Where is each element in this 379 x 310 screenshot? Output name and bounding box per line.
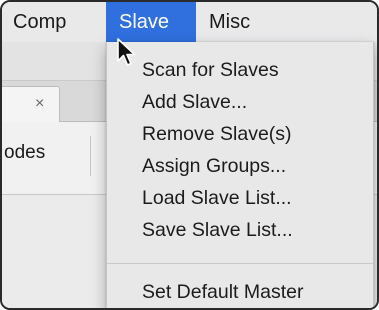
menu-item-scan-for-slaves[interactable]: Scan for Slaves <box>107 55 373 85</box>
close-icon[interactable]: × <box>35 95 44 113</box>
menu-misc[interactable]: Misc <box>196 2 276 42</box>
divider <box>90 136 91 176</box>
slave-menu-dropdown: Scan for Slaves Add Slave... Remove Slav… <box>106 42 374 308</box>
menu-item-add-slave[interactable]: Add Slave... <box>107 87 373 117</box>
tab[interactable]: × <box>2 86 60 122</box>
menu-item-set-default-master[interactable]: Set Default Master <box>107 277 373 307</box>
app-window: Comp Slave Misc × odes Scan for Slaves A… <box>0 0 379 310</box>
menu-item-load-slave-list[interactable]: Load Slave List... <box>107 183 373 213</box>
menu-slave[interactable]: Slave <box>106 2 196 42</box>
menu-bar: Comp Slave Misc <box>2 2 377 43</box>
nodes-tab-label[interactable]: odes <box>4 142 45 164</box>
menu-item-save-slave-list[interactable]: Save Slave List... <box>107 215 373 245</box>
menu-comp[interactable]: Comp <box>2 2 106 42</box>
menu-separator <box>107 263 373 264</box>
menu-item-remove-slaves[interactable]: Remove Slave(s) <box>107 119 373 149</box>
arrow-pointer-icon <box>117 38 136 66</box>
menu-item-assign-groups[interactable]: Assign Groups... <box>107 151 373 181</box>
